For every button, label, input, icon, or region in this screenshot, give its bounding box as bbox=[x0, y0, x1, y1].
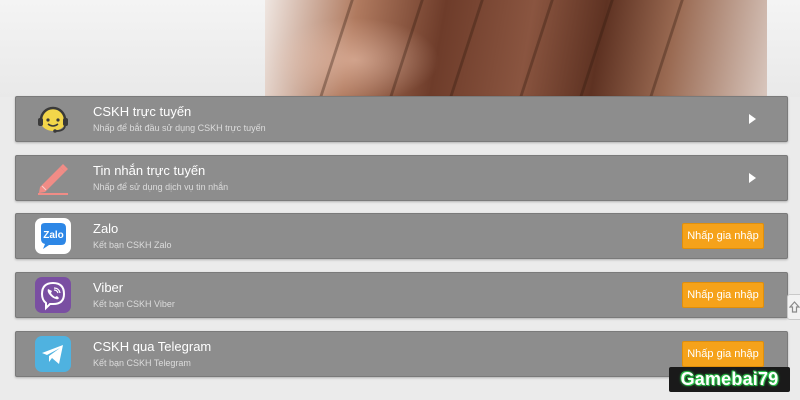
support-row-online-message[interactable]: Tin nhắn trực tuyến Nhấp để sử dụng dịch… bbox=[15, 155, 788, 201]
row-title: Tin nhắn trực tuyến bbox=[93, 163, 206, 178]
row-title: CSKH trực tuyến bbox=[93, 104, 192, 119]
zalo-icon-text: Zalo bbox=[43, 230, 64, 241]
watermark-text: Gamebai79 bbox=[680, 369, 779, 389]
support-list: CSKH trực tuyến Nhấp để bắt đầu sử dụng … bbox=[15, 96, 788, 390]
join-viber-button[interactable]: Nhấp gia nhập bbox=[682, 282, 764, 308]
headset-support-icon bbox=[34, 100, 72, 138]
telegram-icon bbox=[34, 335, 72, 373]
hero-banner bbox=[0, 0, 800, 97]
viber-icon bbox=[34, 276, 72, 314]
chevron-right-icon[interactable] bbox=[749, 114, 756, 124]
row-subtitle: Nhấp để bắt đầu sử dụng CSKH trực tuyến bbox=[93, 123, 266, 133]
arrow-up-icon bbox=[788, 301, 800, 313]
hero-photo bbox=[265, 0, 767, 97]
watermark-logo: Gamebai79 bbox=[669, 367, 790, 392]
pencil-message-icon bbox=[34, 159, 72, 197]
row-subtitle: Nhấp để sử dụng dịch vụ tin nhắn bbox=[93, 182, 229, 192]
support-row-online-chat[interactable]: CSKH trực tuyến Nhấp để bắt đầu sử dụng … bbox=[15, 96, 788, 142]
chevron-right-icon[interactable] bbox=[749, 173, 756, 183]
support-row-viber[interactable]: Viber Kết bạn CSKH Viber Nhấp gia nhập bbox=[15, 272, 788, 318]
join-zalo-button[interactable]: Nhấp gia nhập bbox=[682, 223, 764, 249]
join-telegram-button[interactable]: Nhấp gia nhập bbox=[682, 341, 764, 367]
support-row-zalo[interactable]: Zalo Zalo Kết bạn CSKH Zalo Nhấp gia nhậ… bbox=[15, 213, 788, 259]
zalo-icon: Zalo bbox=[34, 217, 72, 255]
scroll-to-top-button[interactable] bbox=[787, 294, 800, 320]
